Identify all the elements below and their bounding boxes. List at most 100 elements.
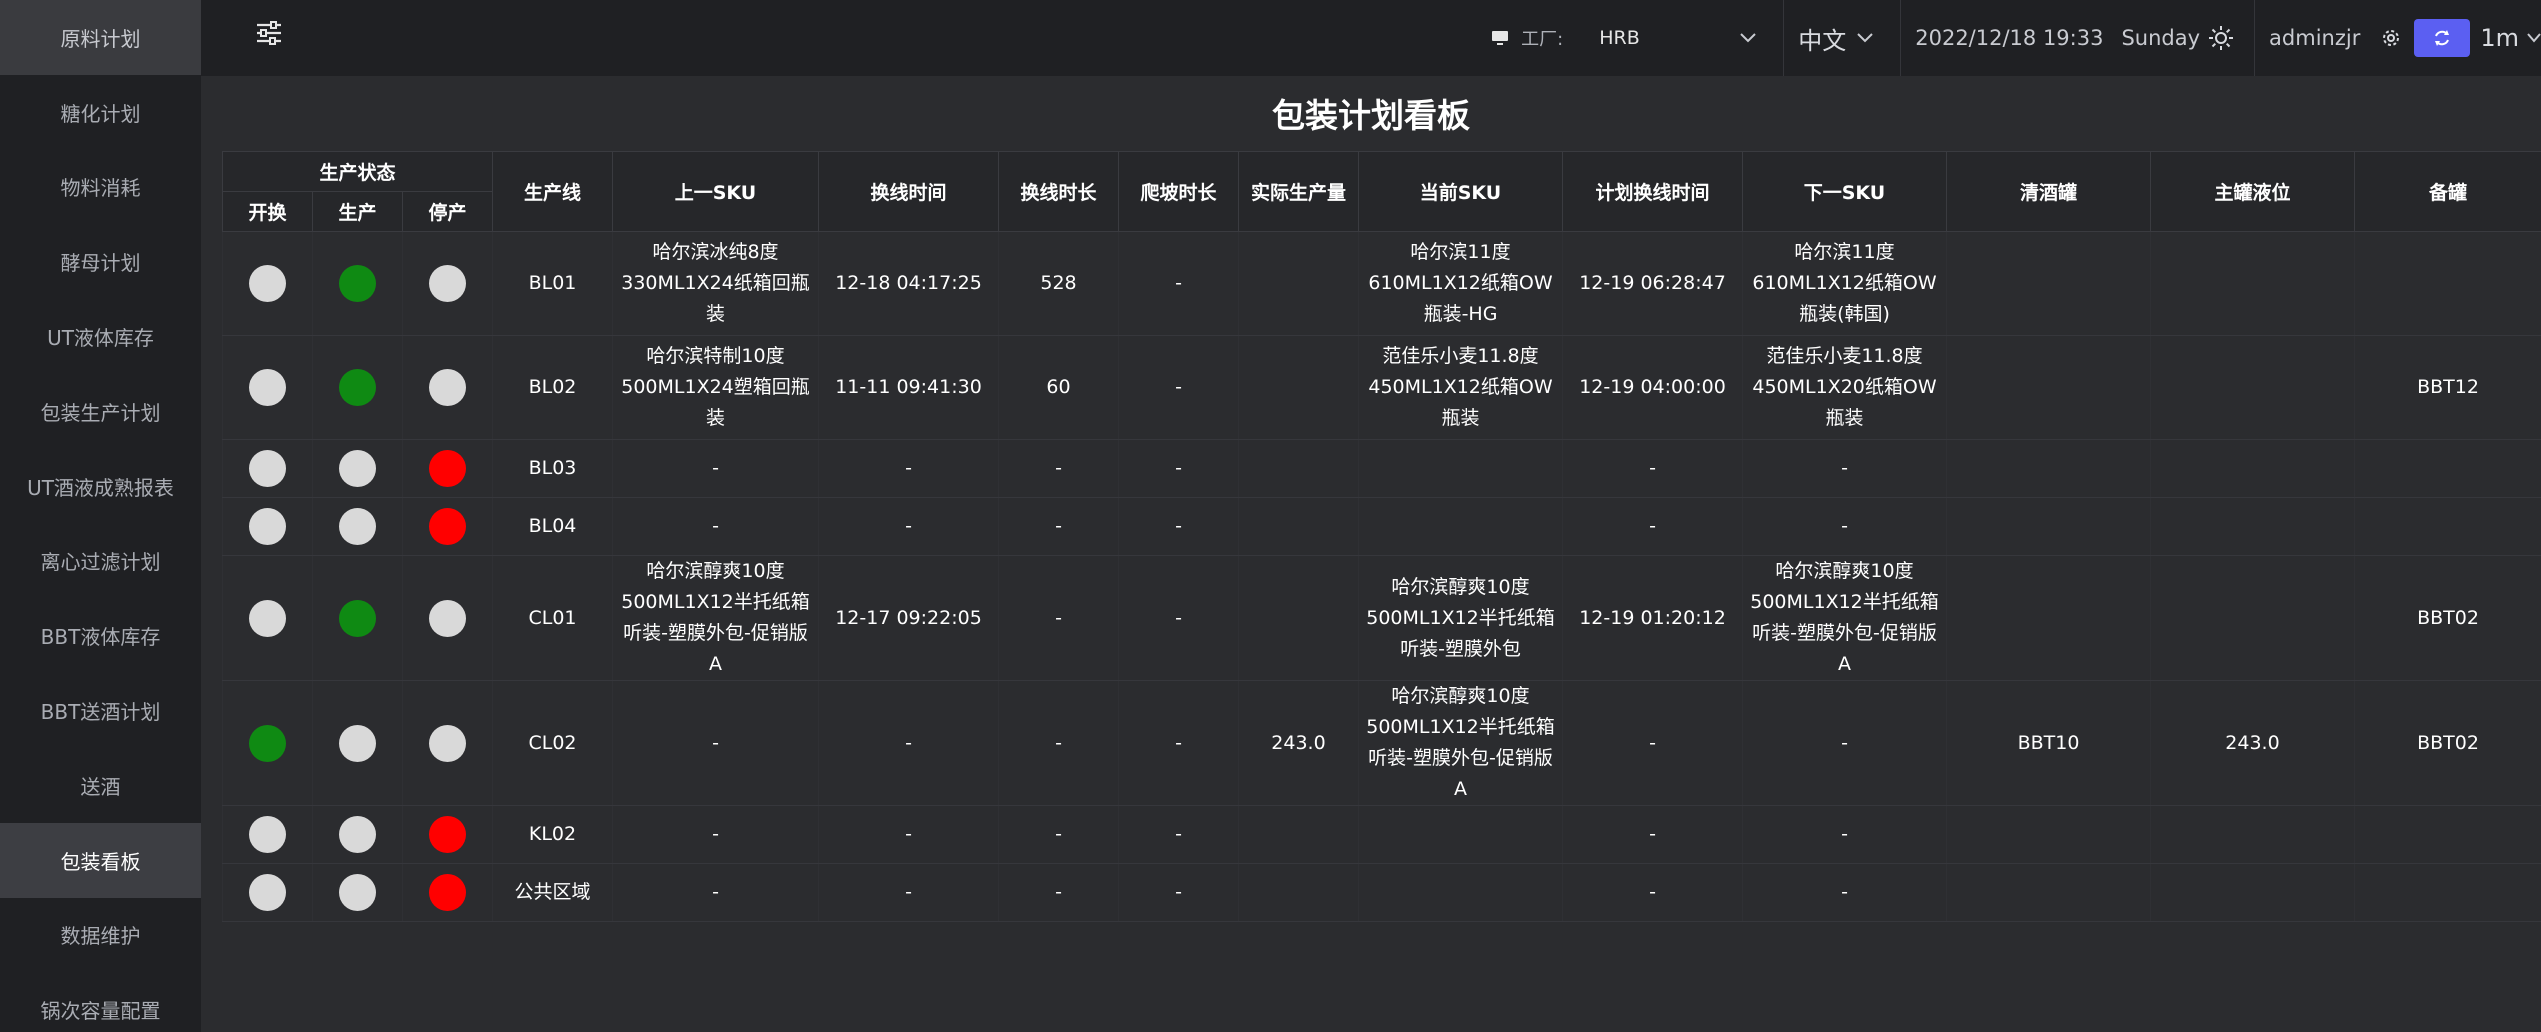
status-cell [222,805,313,864]
table-row: BL01 哈尔滨冰纯8度330ML1X24纸箱回瓶装 12-18 04:17:25 5… [222,231,2541,336]
status-cell [222,335,313,440]
actual-output-cell: 243.0 [1238,680,1359,806]
change-duration-cell: - [998,497,1119,556]
main-tank-level-cell [2150,335,2355,440]
header-change-time: 换线时间 [818,151,999,232]
status-cell [222,680,313,806]
sidebar-item-data-maintenance[interactable]: 数据维护 [0,898,201,973]
stopped-status-dot [429,599,466,637]
clear-tank-cell [1946,231,2151,336]
line-cell: BL02 [492,335,613,440]
main-tank-level-cell [2150,805,2355,864]
sidebar: 原料计划 糖化计划 物料消耗 酵母计划 UT液体库存 包装生产计划 UT酒液成熟… [0,0,201,1032]
refresh-interval-select[interactable]: 1m [2480,24,2519,52]
line-cell: CL01 [492,555,613,681]
sidebar-item-centrifuge-filter-plan[interactable]: 离心过滤计划 [0,524,201,599]
sidebar-item-batch-capacity-config[interactable]: 锅次容量配置 [0,972,201,1032]
actual-output-cell [1238,863,1359,922]
language-select[interactable]: 中文 [1798,21,1846,56]
header-status-changeover: 开换 [222,191,313,232]
divider [1900,0,1902,76]
sidebar-item-material-consumption[interactable]: 物料消耗 [0,150,201,225]
status-cell [402,805,493,864]
chevron-down-icon[interactable] [1739,32,1757,44]
spare-tank-cell [2354,231,2541,336]
spare-tank-cell [2354,439,2541,498]
ramp-duration-cell: - [1118,231,1239,336]
line-cell: BL04 [492,497,613,556]
table-row: BL03- - - - - - [222,439,2541,498]
chevron-down-icon[interactable] [2527,33,2541,43]
header-ramp-duration: 爬坡时长 [1118,151,1239,232]
next-sku-cell: 范佳乐小麦11.8度450ML1X20纸箱OW瓶装 [1742,335,1947,440]
stopped-status-dot [429,508,466,545]
table-row: KL02- - - - - - [222,805,2541,864]
user-name[interactable]: adminzjr [2269,26,2360,50]
change-time-cell: - [818,439,999,498]
line-cell: BL03 [492,439,613,498]
sidebar-item-delivery[interactable]: 送酒 [0,748,201,823]
planned-change-time-cell: - [1562,863,1743,922]
page-title: 包装计划看板 [1272,95,1470,135]
ramp-duration-cell: - [1118,680,1239,806]
changeover-status-dot [249,599,286,637]
change-time-cell: 12-17 09:22:05 [818,555,999,681]
clear-tank-cell [1946,497,2151,556]
producing-status-dot [339,369,376,406]
monitor-icon[interactable] [1491,30,1509,46]
producing-status-dot [339,265,376,302]
actual-output-cell [1238,497,1359,556]
planned-change-time-cell: - [1562,439,1743,498]
sidebar-item-bbt-liquid-stock[interactable]: BBT液体库存 [0,598,201,673]
header-spare-tank: 备罐 [2354,151,2541,232]
refresh-icon [2435,30,2450,46]
prev-sku-cell: - [612,680,819,806]
next-sku-cell: 哈尔滨11度610ML1X12纸箱OW瓶装(韩国) [1742,231,1947,336]
sidebar-item-ut-maturity-report[interactable]: UT酒液成熟报表 [0,449,201,524]
sliders-icon[interactable] [255,20,283,46]
status-cell [312,439,403,498]
change-time-cell: - [818,805,999,864]
sun-icon[interactable] [2208,25,2234,51]
change-time-cell: 12-18 04:17:25 [818,231,999,336]
sidebar-item-raw-material-plan[interactable]: 原料计划 [0,0,201,75]
main-tank-level-cell [2150,497,2355,556]
ramp-duration-cell: - [1118,335,1239,440]
sidebar-item-ut-liquid-stock[interactable]: UT液体库存 [0,299,201,374]
changeover-status-dot [249,450,286,487]
current-sku-cell: 哈尔滨醇爽10度500ML1X12半托纸箱听装-塑膜外包-促销版A [1358,680,1563,806]
gear-icon[interactable] [2380,27,2402,49]
status-cell [402,335,493,440]
header-next-sku: 下一SKU [1742,151,1947,232]
status-cell [222,555,313,681]
status-cell [222,439,313,498]
sidebar-item-packaging-production-plan[interactable]: 包装生产计划 [0,374,201,449]
header-clear-tank: 清酒罐 [1946,151,2151,232]
sidebar-item-saccharification-plan[interactable]: 糖化计划 [0,75,201,150]
sidebar-item-yeast-plan[interactable]: 酵母计划 [0,224,201,299]
table-row: 公共区域 - - - - - - [222,863,2541,922]
factory-select[interactable]: HRB [1599,27,1739,49]
ramp-duration-cell: - [1118,863,1239,922]
planned-change-time-cell: 12-19 06:28:47 [1562,231,1743,336]
change-duration-cell: - [998,555,1119,681]
stopped-status-dot [429,724,466,762]
refresh-button[interactable] [2414,19,2471,57]
header-main-tank-level: 主罐液位 [2150,151,2355,232]
packaging-board-table: 生产状态 生产线 上一SKU 换线时间 换线时长 爬坡时长 实际生产量 当前SK… [222,151,2541,922]
sidebar-item-bbt-delivery-plan[interactable]: BBT送酒计划 [0,673,201,748]
clear-tank-cell [1946,805,2151,864]
spare-tank-cell [2354,497,2541,556]
ramp-duration-cell: - [1118,805,1239,864]
status-cell [312,805,403,864]
sidebar-item-packaging-board[interactable]: 包装看板 [0,822,201,898]
chevron-down-icon[interactable] [1856,32,1874,44]
changeover-status-dot [249,265,286,302]
line-cell: BL01 [492,231,613,336]
header-status-stopped: 停产 [402,191,493,232]
changeover-status-dot [249,369,286,406]
next-sku-cell: - [1742,863,1947,922]
planned-change-time-cell: 12-19 01:20:12 [1562,555,1743,681]
header-right: 工厂: HRB 中文 2022/12/18 19:33 Sunday admin… [1477,0,2541,76]
change-time-cell: - [818,680,999,806]
